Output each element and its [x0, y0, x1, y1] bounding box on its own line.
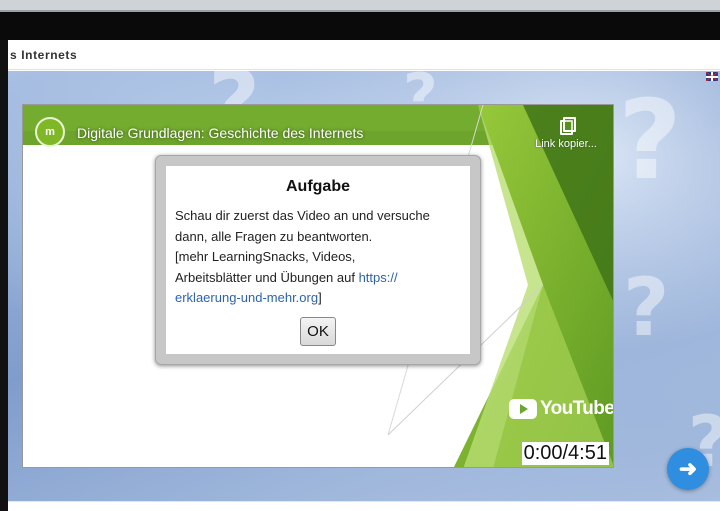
- dialog-title: Aufgabe: [286, 178, 350, 195]
- ok-button[interactable]: OK: [300, 317, 336, 346]
- dialog-line-text: Arbeitsblätter und Übungen auf: [175, 269, 359, 285]
- task-dialog-body: Aufgabe Schau dir zuerst das Video an un…: [166, 166, 470, 354]
- website-link[interactable]: erklaerung-und-mehr.org: [175, 290, 318, 305]
- copy-icon: [560, 117, 576, 135]
- youtube-wordmark: YouTube: [540, 398, 614, 419]
- task-dialog: Aufgabe Schau dir zuerst das Video an un…: [155, 155, 481, 365]
- question-mark-decoration: ?: [623, 261, 670, 354]
- dialog-text: Schau dir zuerst das Video an und versuc…: [175, 206, 461, 309]
- dialog-line: Arbeitsblätter und Übungen auf https://: [175, 268, 461, 289]
- page-title: s Internets: [10, 48, 78, 62]
- title-bar: s Internets: [8, 40, 720, 70]
- next-button[interactable]: ➜: [667, 448, 709, 490]
- video-title[interactable]: Digitale Grundlagen: Geschichte des Inte…: [77, 125, 363, 141]
- question-mark-decoration: ?: [618, 76, 682, 204]
- dialog-line: [mehr LearningSnacks, Videos,: [175, 249, 356, 264]
- video-timestamp: 0:00/4:51: [521, 442, 609, 465]
- learning-snack-app: s Internets ? ? ? ? ?: [8, 40, 720, 511]
- dialog-line: dann, alle Fragen zu beantworten.: [175, 228, 373, 244]
- dialog-line: Schau dir zuerst das Video an und versuc…: [175, 208, 430, 223]
- content-area: ? ? ? ? ?: [8, 71, 720, 501]
- browser-top-bar: [0, 0, 720, 12]
- arrow-right-icon: ➜: [678, 456, 698, 481]
- channel-logo[interactable]: m: [35, 117, 65, 147]
- dialog-bracket: ]: [318, 290, 322, 305]
- copy-link-button[interactable]: Link kopier...: [526, 117, 606, 150]
- copy-link-label: Link kopier...: [535, 138, 597, 150]
- youtube-logo[interactable]: YouTube: [509, 398, 614, 420]
- language-flag-icon[interactable]: [706, 72, 718, 81]
- screen: s Internets ? ? ? ? ?: [0, 0, 720, 511]
- youtube-play-icon: [509, 399, 537, 419]
- bottom-strip: [8, 501, 720, 511]
- website-link[interactable]: https://: [359, 270, 398, 285]
- black-header-strip: [0, 12, 720, 40]
- dialog-line: erklaerung-und-mehr.org]: [175, 288, 461, 309]
